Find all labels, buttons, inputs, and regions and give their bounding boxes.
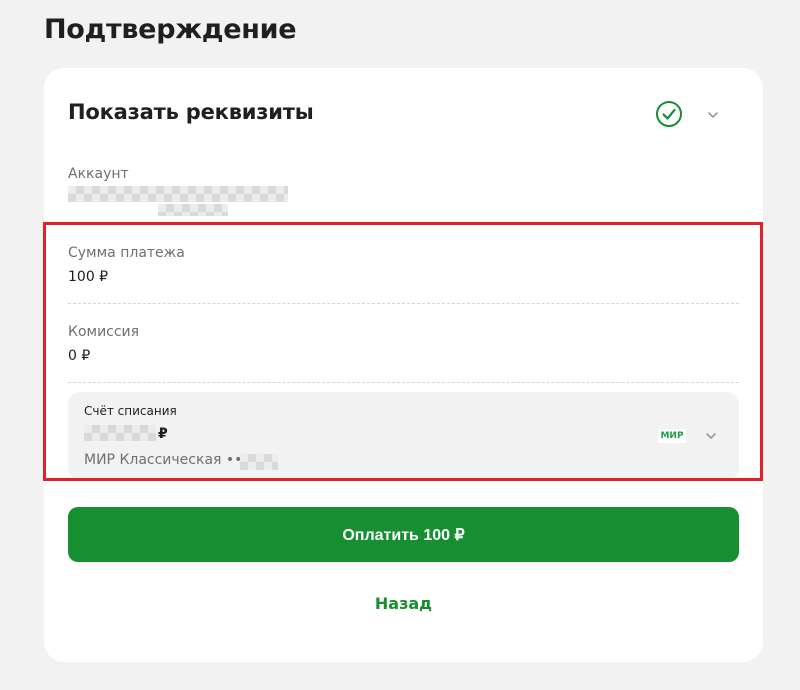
account-value-masked-2: [158, 204, 228, 216]
page-title: Подтверждение: [44, 14, 297, 45]
account-label: Аккаунт: [68, 166, 129, 182]
account-value-masked: [68, 186, 288, 202]
chevron-down-icon[interactable]: [706, 108, 720, 122]
back-button[interactable]: Назад: [44, 594, 763, 613]
details-title[interactable]: Показать реквизиты: [68, 100, 314, 124]
highlight-frame: [43, 222, 763, 481]
check-circle-icon: [656, 101, 682, 127]
pay-button[interactable]: Оплатить 100 ₽: [68, 507, 739, 562]
